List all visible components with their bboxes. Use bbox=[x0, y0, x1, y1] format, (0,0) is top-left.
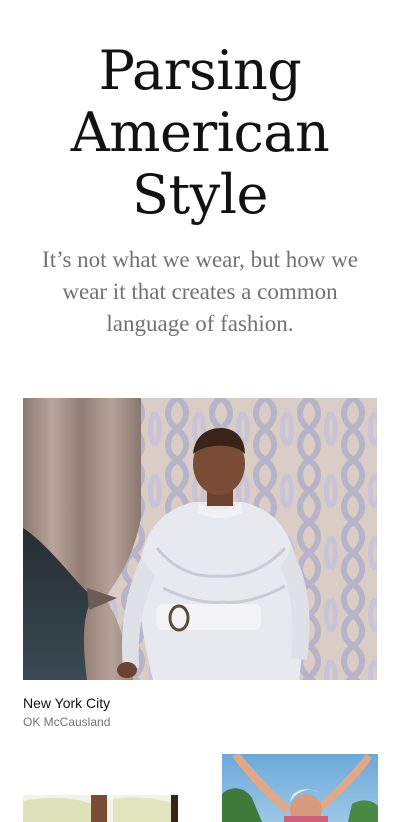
article-dek: It’s not what we wear, but how we wear i… bbox=[42, 247, 358, 336]
article-headline: Parsing American Style bbox=[0, 40, 400, 226]
headline-line: Style bbox=[132, 163, 268, 226]
headline-line: Parsing bbox=[98, 39, 302, 102]
thumbnail-photo-left[interactable] bbox=[23, 795, 178, 822]
photo-caption-credit: OK McCausland bbox=[23, 715, 111, 729]
photo-caption-title: New York City bbox=[23, 695, 111, 711]
portrait-photo[interactable] bbox=[23, 398, 377, 680]
thumbnail-photo-right[interactable] bbox=[222, 754, 378, 822]
headline-line: American bbox=[70, 101, 330, 164]
